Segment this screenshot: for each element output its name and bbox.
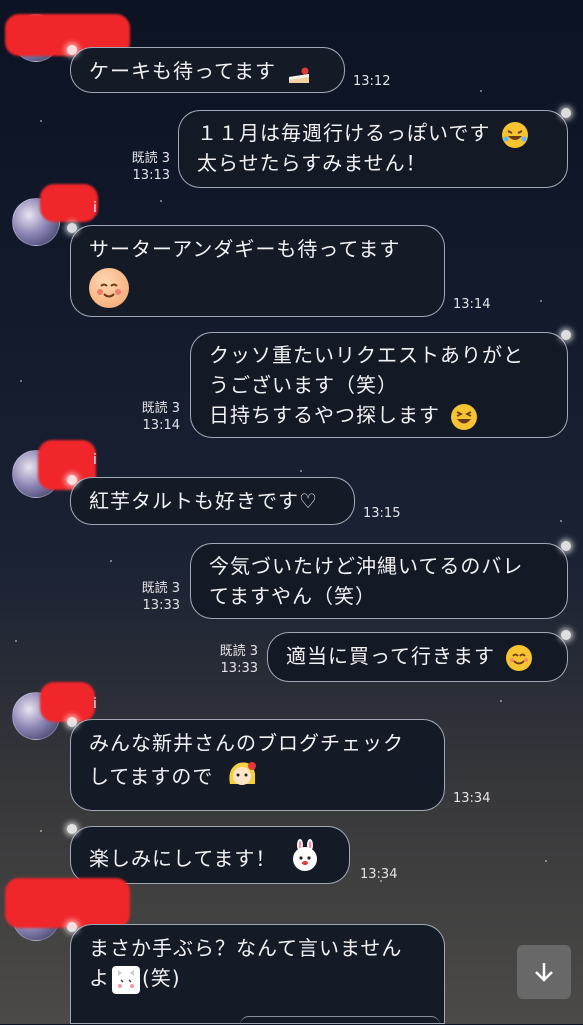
message-text: サーターアンダギーも待ってます — [89, 237, 401, 261]
message-bubble[interactable]: 今気づいたけど沖縄いてるのバレ てますやん（笑） — [190, 541, 571, 619]
redacted-sender-name — [40, 184, 98, 222]
message-text: クッソ重たいリクエストありがと — [209, 343, 524, 367]
sender-name-suffix: i — [93, 452, 97, 468]
message-bubble[interactable]: ケーキも待ってます — [67, 45, 345, 93]
smiling-face-emoji-icon — [506, 644, 533, 671]
message-text: てますやん（笑） — [209, 584, 376, 608]
message-time: 13:15 — [363, 506, 401, 521]
redacted-sender-name — [40, 682, 95, 722]
message-read-meta: 既読 3 13:13 — [120, 150, 170, 184]
message-text: みんな新井さんのブログチェック — [89, 731, 404, 755]
message-read-meta: 既読 3 13:14 — [130, 400, 180, 434]
message-time: 13:13 — [132, 168, 170, 183]
message-bubble[interactable]: 楽しみにしてます！ — [67, 824, 350, 884]
message-read-meta: 既読 3 13:33 — [208, 643, 258, 677]
scroll-to-bottom-button[interactable] — [517, 945, 571, 999]
message-text: 今気づいたけど沖縄いてるのバレ — [209, 554, 524, 578]
rofl-emoji-icon — [501, 121, 528, 148]
read-receipt: 既読 3 — [131, 151, 170, 166]
message-time: 13:34 — [360, 867, 398, 882]
smiling-face-emoji-icon — [89, 264, 426, 316]
message-text: ケーキも待ってます — [89, 59, 276, 83]
message-text: (笑) — [142, 966, 181, 990]
message-text: 適当に買って行きます — [286, 644, 495, 668]
message-read-meta: 既読 3 13:33 — [130, 580, 180, 614]
message-text: うございます（笑） — [209, 373, 398, 397]
bunny-emoji-icon — [288, 839, 322, 881]
cake-emoji-icon — [287, 63, 311, 83]
sender-name-suffix: i — [93, 200, 97, 216]
message-time: 13:14 — [453, 297, 491, 312]
message-time: 13:14 — [142, 418, 180, 433]
message-bubble[interactable]: まさか手ぶら？なんて言いません よ (笑) — [67, 922, 445, 1024]
message-bubble[interactable]: 適当に買って行きます — [267, 630, 571, 682]
message-time: 13:33 — [142, 598, 180, 613]
read-receipt: 既読 3 — [141, 581, 180, 596]
message-text: 紅芋タルトも好きです♡ — [89, 489, 318, 513]
message-bubble[interactable]: １１月は毎週行けるっぽいです 太らせたらすみません！ — [178, 108, 571, 188]
grinning-squint-emoji-icon — [451, 403, 478, 430]
message-text: １１月は毎週行けるっぽいです — [197, 121, 491, 145]
message-time: 13:34 — [453, 791, 491, 806]
message-bubble[interactable]: 紅芋タルトも好きです♡ — [67, 475, 355, 525]
cat-sticker-icon — [110, 964, 142, 996]
message-text: してますので — [89, 764, 214, 789]
sender-name-suffix: i — [93, 696, 97, 712]
message-bubble[interactable]: クッソ重たいリクエストありがと うございます（笑） 日持ちするやつ探します — [190, 330, 571, 438]
read-receipt: 既読 3 — [219, 644, 258, 659]
read-receipt: 既読 3 — [141, 401, 180, 416]
sticker-face-emoji-icon — [225, 758, 259, 798]
arrow-down-icon — [535, 963, 553, 982]
message-time: 13:12 — [353, 74, 391, 89]
redacted-sender-name — [5, 878, 130, 928]
message-text: 日持ちするやつ探します — [209, 403, 440, 427]
message-text: 楽しみにしてます！ — [89, 846, 277, 871]
message-text: 太らせたらすみません！ — [197, 151, 427, 175]
message-text: まさか手ぶら？なんて言いません — [89, 936, 403, 960]
message-text: よ — [89, 966, 110, 990]
message-bubble[interactable]: サーターアンダギーも待ってます — [67, 223, 445, 317]
message-bubble[interactable]: みんな新井さんのブログチェック してますので — [67, 717, 445, 811]
message-time: 13:33 — [220, 661, 258, 676]
